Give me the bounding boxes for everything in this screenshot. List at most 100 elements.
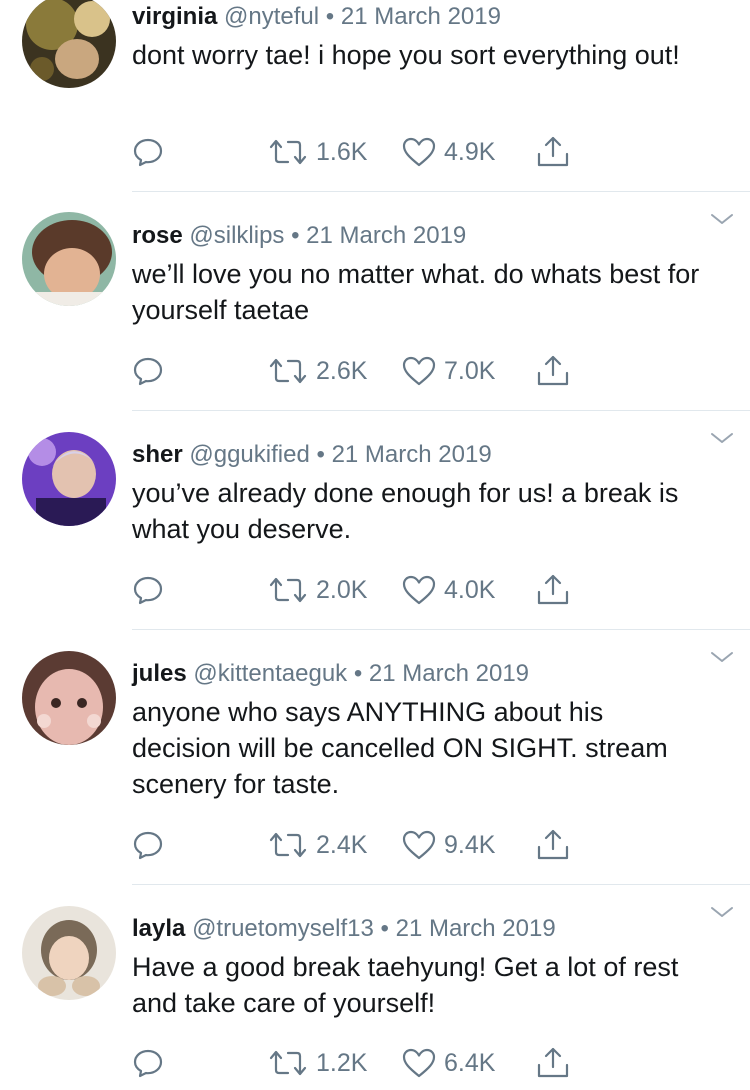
tweet[interactable]: sher @ggukified • 21 March 2019 you’ve a… [0,411,750,631]
tweet-actions: 1.2K 6.4K [132,1045,592,1081]
tweet-actions: 1.6K 4.9K [132,134,592,170]
separator: • [380,915,389,942]
chevron-down-icon[interactable] [710,905,734,919]
tweet-actions: 2.6K 7.0K [132,353,592,389]
share-icon [537,1047,569,1078]
display-name[interactable]: layla [132,915,185,942]
handle[interactable]: @truetomyself13 [192,915,374,942]
heart-icon [402,1048,436,1078]
tweet-text: you’ve already done enough for us! a bre… [132,478,679,544]
avatar-image [22,651,116,745]
heart-icon [402,830,436,860]
display-name[interactable]: virginia [132,3,217,30]
avatar-image [22,0,116,88]
avatar[interactable] [22,432,116,526]
reply-button[interactable] [132,1045,164,1081]
retweet-count: 1.2K [316,1048,368,1077]
heart-icon [402,575,436,605]
separator: • [353,660,363,687]
avatar-image [22,906,116,1000]
retweet-count: 2.6K [316,356,368,385]
avatar-image [22,212,116,306]
tweet-text: we’ll love you no matter what. do whats … [132,259,700,325]
retweet-button[interactable]: 2.4K [268,827,367,863]
like-count: 4.0K [444,575,496,604]
like-button[interactable]: 6.4K [402,1045,495,1081]
timestamp[interactable]: 21 March 2019 [396,915,556,942]
timestamp[interactable]: 21 March 2019 [332,441,492,468]
tweet[interactable]: layla @truetomyself13 • 21 March 2019 Ha… [0,885,750,1090]
tweet-text: dont worry tae! i hope you sort everythi… [132,40,680,70]
chevron-down-icon[interactable] [710,650,734,664]
retweet-icon [269,832,307,858]
reply-button[interactable] [132,827,164,863]
share-button[interactable] [536,827,570,863]
separator: • [316,441,325,468]
separator: • [325,3,335,30]
avatar[interactable] [22,212,116,306]
avatar[interactable] [22,651,116,745]
retweet-count: 1.6K [316,137,368,166]
retweet-button[interactable]: 1.2K [268,1045,367,1081]
retweet-icon [269,139,307,165]
chevron-down-icon[interactable] [710,431,734,445]
like-button[interactable]: 4.0K [402,572,495,608]
avatar[interactable] [22,906,116,1000]
like-count: 4.9K [444,137,496,166]
retweet-count: 2.0K [316,575,368,604]
tweet[interactable]: virginia @nyteful • 21 March 2019 dont w… [0,0,750,192]
like-button[interactable]: 7.0K [402,353,495,389]
like-count: 7.0K [444,356,496,385]
like-count: 6.4K [444,1048,496,1077]
timestamp[interactable]: 21 March 2019 [369,660,529,687]
reply-icon [133,357,163,386]
tweet-header: jules @kittentaeguk • 21 March 2019 [132,659,529,689]
like-button[interactable]: 4.9K [402,134,495,170]
tweet-header: sher @ggukified • 21 March 2019 [132,440,492,470]
timestamp[interactable]: 21 March 2019 [341,3,501,30]
display-name[interactable]: jules [132,660,187,687]
avatar[interactable] [22,0,116,88]
share-button[interactable] [536,134,570,170]
chevron-down-icon[interactable] [710,212,734,226]
share-icon [537,829,569,860]
heart-icon [402,137,436,167]
handle[interactable]: @ggukified [189,441,309,468]
reply-button[interactable] [132,572,164,608]
retweet-count: 2.4K [316,830,368,859]
share-button[interactable] [536,572,570,608]
tweet[interactable]: rose @silklips • 21 March 2019 we’ll lov… [0,192,750,412]
share-icon [537,136,569,167]
reply-icon [133,1049,163,1078]
retweet-icon [269,1050,307,1076]
share-icon [537,574,569,605]
reply-button[interactable] [132,134,164,170]
share-button[interactable] [536,1045,570,1081]
like-count: 9.4K [444,830,496,859]
handle[interactable]: @silklips [189,222,284,249]
reply-button[interactable] [132,353,164,389]
tweet-actions: 2.0K 4.0K [132,572,592,608]
like-button[interactable]: 9.4K [402,827,495,863]
avatar-image [22,432,116,526]
tweet-header: layla @truetomyself13 • 21 March 2019 [132,914,556,944]
tweet-header: rose @silklips • 21 March 2019 [132,221,466,251]
retweet-icon [269,577,307,603]
timestamp[interactable]: 21 March 2019 [306,222,466,249]
retweet-icon [269,358,307,384]
reply-icon [133,576,163,605]
display-name[interactable]: sher [132,441,183,468]
share-icon [537,355,569,386]
tweet-text: Have a good break taehyung! Get a lot of… [132,952,679,1018]
retweet-button[interactable]: 1.6K [268,134,367,170]
handle[interactable]: @nyteful [224,3,319,30]
retweet-button[interactable]: 2.0K [268,572,367,608]
display-name[interactable]: rose [132,222,183,249]
retweet-button[interactable]: 2.6K [268,353,367,389]
share-button[interactable] [536,353,570,389]
tweet[interactable]: jules @kittentaeguk • 21 March 2019 anyo… [0,630,750,885]
handle[interactable]: @kittentaeguk [193,660,347,687]
separator: • [291,222,300,249]
tweet-actions: 2.4K 9.4K [132,827,592,863]
heart-icon [402,356,436,386]
